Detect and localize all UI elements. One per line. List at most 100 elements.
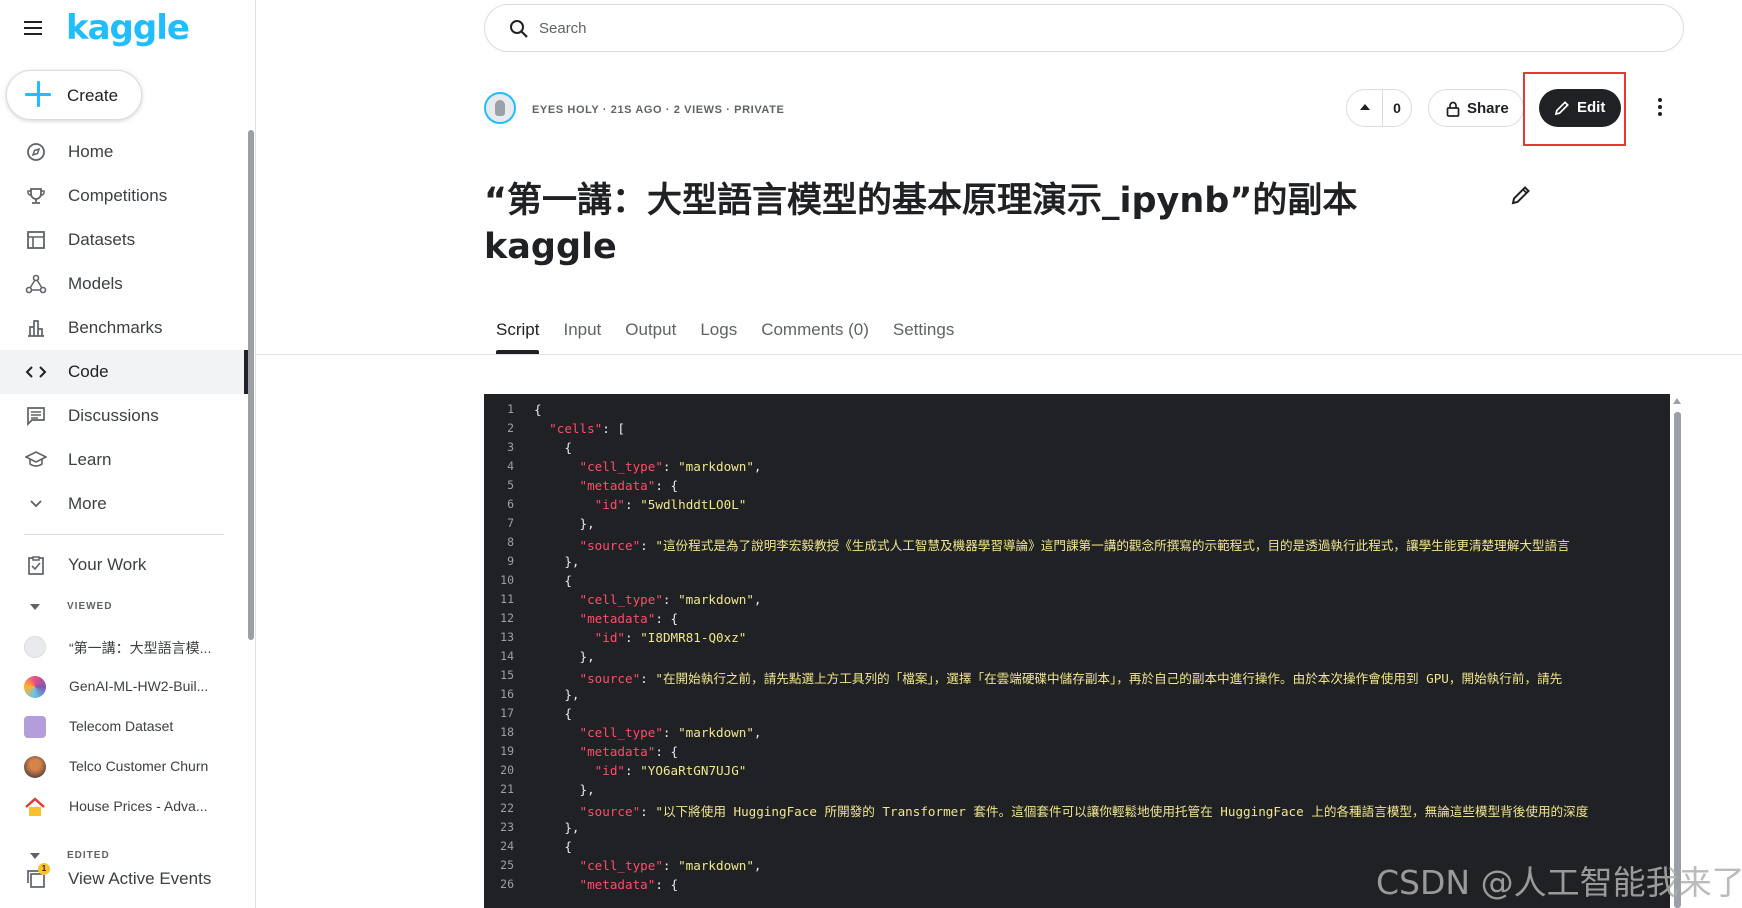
line-number: 2 [507,421,514,435]
sidebar-item-view-active-events[interactable]: 1 View Active Events [0,857,246,901]
sidebar-item-label: Datasets [68,230,136,249]
code-line: 11 "cell_type": "markdown", [484,592,1670,611]
sidebar-divider [24,534,224,535]
vote-count: 0 [1393,100,1401,116]
page-title: “第一講：大型語言模型的基本原理演示_ipynb”的副本 kaggle [484,178,1384,270]
notebook-meta: EYES HOLY · 21S AGO · 2 VIEWS · PRIVATE [532,104,785,116]
recent-item[interactable]: Telecom Dataset [0,706,246,746]
line-number: 9 [507,554,514,568]
line-number: 17 [500,706,514,720]
tab-comments[interactable]: Comments (0) [749,318,881,354]
sidebar-item-label: More [68,494,107,513]
search-icon [509,19,529,39]
code-text: }, [534,820,580,835]
line-number: 13 [500,630,514,644]
tab-input[interactable]: Input [551,318,613,354]
create-button[interactable]: Create [6,70,142,120]
code-line: 5 "metadata": { [484,478,1670,497]
code-line: 4 "cell_type": "markdown", [484,459,1670,478]
code-text: }, [534,782,595,797]
code-text: "cell_type": "markdown", [579,459,762,474]
line-number: 19 [500,744,514,758]
sidebar-item-datasets[interactable]: Datasets [0,218,246,262]
tab-logs[interactable]: Logs [688,318,749,354]
more-options-icon[interactable] [1650,96,1670,120]
code-text: "cells": [ [549,421,626,436]
code-viewer[interactable]: 1{2 "cells": [3 {4 "cell_type": "markdow… [484,394,1670,908]
sidebar-item-label: Learn [68,450,112,469]
caret-down-icon[interactable] [30,604,40,610]
code-scrollbar-thumb[interactable] [1674,412,1681,908]
edit-button[interactable]: Edit [1539,89,1621,127]
tab-output[interactable]: Output [613,318,688,354]
school-icon [24,448,48,472]
search-bar[interactable]: Search [484,4,1684,52]
sidebar-item-your-work[interactable]: Your Work [0,545,246,585]
line-number: 18 [500,725,514,739]
code-text: { [534,706,572,721]
code-text: "source": "以下將使用 HuggingFace 所開發的 Transf… [579,804,1589,819]
sidebar-item-models[interactable]: Models [0,262,246,306]
watermark: CSDN @人工智能我来了 [1376,863,1742,902]
code-line: 23 }, [484,820,1670,839]
viewed-section-label: VIEWED [67,601,113,612]
line-number: 4 [507,459,514,473]
line-number: 11 [500,592,514,606]
code-line: 8 "source": "這份程式是為了說明李宏毅教授《生成式人工智慧及機器學習… [484,535,1670,554]
line-number: 10 [500,573,514,587]
clipboard-icon [24,553,48,577]
title-line: kaggle [484,227,617,267]
recent-item[interactable]: GenAI-ML-HW2-Buil... [0,666,246,706]
code-text: "metadata": { [579,744,679,759]
line-number: 26 [500,877,514,891]
code-text: "id": "5wdlhddtLO0L" [594,497,747,512]
code-text: "cell_type": "markdown", [579,592,762,607]
code-text: "source": "在開始執行之前，請先點選上方工具列的「檔案」，選擇「在雲端… [579,671,1563,686]
code-line: 6 "id": "5wdlhddtLO0L" [484,497,1670,516]
code-text: "source": "這份程式是為了說明李宏毅教授《生成式人工智慧及機器學習導論… [579,538,1570,553]
sidebar-scrollbar[interactable] [248,130,254,640]
recent-item[interactable]: Telco Customer Churn [0,746,246,786]
sidebar-item-code[interactable]: Code [0,350,248,394]
kaggle-logo[interactable]: kaggle [66,8,190,48]
code-text: "metadata": { [579,478,679,493]
code-line: 21 }, [484,782,1670,801]
code-text: "id": "YO6aRtGN7UJG" [594,763,747,778]
share-button[interactable]: Share [1428,89,1524,127]
upvote-button[interactable] [1347,90,1383,126]
edit-title-icon[interactable] [1510,184,1532,206]
events-icon: 1 [24,863,50,891]
line-number: 12 [500,611,514,625]
tabs-divider [256,354,1742,355]
code-scrollbar[interactable] [1670,394,1684,908]
sidebar-item-learn[interactable]: Learn [0,438,246,482]
recent-item[interactable]: House Prices - Adva... [0,786,246,826]
notebook-thumbnail [24,636,46,658]
sidebar-nav: Home Competitions Datasets Models Benchm… [0,130,248,526]
recent-item-label: Telecom Dataset [69,718,174,734]
code-line: 1{ [484,402,1670,421]
tab-script[interactable]: Script [484,318,551,354]
dataset-thumbnail [24,756,46,778]
recent-item[interactable]: “第一講：大型語言模... [0,626,246,666]
notification-badge: 1 [38,863,50,875]
sidebar-item-competitions[interactable]: Competitions [0,174,246,218]
sidebar-item-benchmarks[interactable]: Benchmarks [0,306,246,350]
menu-icon[interactable] [24,18,48,38]
sidebar-item-discussions[interactable]: Discussions [0,394,246,438]
line-number: 25 [500,858,514,872]
code-icon [24,360,48,384]
edit-button-label: Edit [1577,99,1606,116]
sidebar-item-label: Competitions [68,186,168,205]
vote-control: 0 [1346,89,1412,127]
sidebar-item-home[interactable]: Home [0,130,246,174]
scroll-up-arrow-icon[interactable] [1673,398,1681,404]
sidebar-item-more[interactable]: More [0,482,246,526]
code-line: 13 "id": "I8DMR81-Q0xz" [484,630,1670,649]
code-line: 7 }, [484,516,1670,535]
trophy-icon [24,184,48,208]
sidebar-item-label: Discussions [68,406,159,425]
tab-settings[interactable]: Settings [881,318,966,354]
code-text: "id": "I8DMR81-Q0xz" [594,630,747,645]
author-avatar[interactable] [484,92,516,124]
